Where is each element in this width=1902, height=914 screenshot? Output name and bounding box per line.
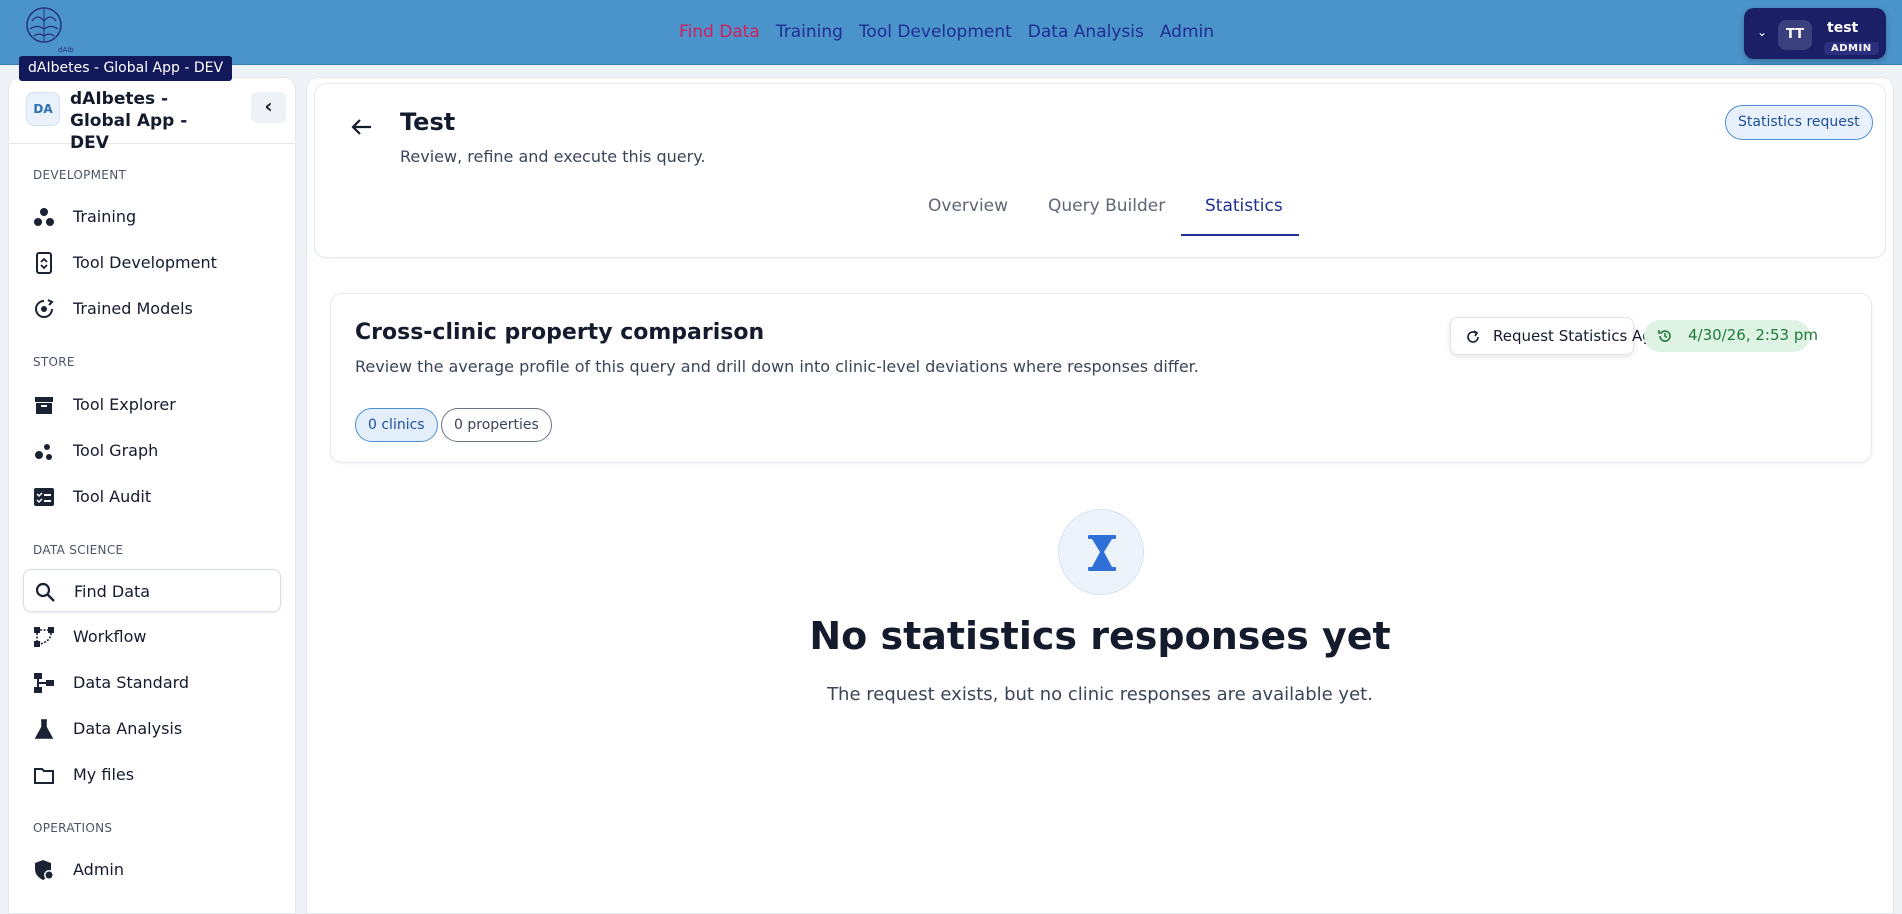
sidebar-item-training[interactable]: Training [23,195,281,238]
sidebar-item-workflow[interactable]: Workflow [23,615,281,658]
sidebar-header: DA dAIbetes - Global App - DEV ‹ [9,78,295,153]
graph-icon [35,444,52,460]
sidebar: DA dAIbetes - Global App - DEV ‹ DEVELOP… [8,77,296,914]
tool-development-icon [36,252,52,274]
sidebar-item-my-files[interactable]: My files [23,753,281,796]
top-bar: dAIbetes Find Data Training Tool Develop… [0,0,1902,65]
app-name-tooltip: dAIbetes - Global App - DEV [19,56,233,81]
workflow-icon [34,627,54,647]
timestamp-text: 4/30/26, 2:53 pm [1688,326,1818,344]
archive-icon [35,397,53,414]
sidebar-item-tool-explorer[interactable]: Tool Explorer [23,383,281,426]
sidebar-item-label: Tool Graph [73,441,159,460]
sidebar-item-trained-models[interactable]: Trained Models [23,287,281,330]
flask-icon [34,719,54,739]
collapse-sidebar-button[interactable]: ‹ [251,92,286,123]
sidebar-item-label: Data Standard [73,673,190,692]
request-statistics-again-button[interactable]: Request Statistics Again [1450,317,1675,355]
empty-state-title: No statistics responses yet [809,614,1391,658]
chevron-down-icon: ⌄ [1757,25,1768,39]
section-data-science: DATA SCIENCE [33,543,124,557]
sidebar-item-label: Workflow [73,627,147,646]
empty-state-message: The request exists, but no clinic respon… [827,684,1373,705]
page-subtitle: Review, refine and execute this query. [400,147,706,166]
sidebar-item-data-standard[interactable]: Data Standard [23,661,281,704]
sidebar-item-label: Tool Explorer [73,395,176,414]
back-arrow-icon[interactable] [349,114,375,140]
tab-query-builder[interactable]: Query Builder [1048,196,1165,216]
admin-shield-icon [35,860,54,880]
properties-count-chip[interactable]: 0 properties [441,408,552,442]
sidebar-item-label: Tool Development [73,253,217,272]
avatar: TT [1778,20,1812,50]
sidebar-item-tool-graph[interactable]: Tool Graph [23,429,281,472]
comparison-subtitle: Review the average profile of this query… [355,357,1199,376]
topnav-find-data[interactable]: Find Data [679,22,760,42]
sidebar-item-label: Find Data [74,582,151,601]
app-badge: DA [26,92,60,126]
topnav-tool-development[interactable]: Tool Development [859,22,1012,42]
hourglass-icon [1058,509,1144,595]
sidebar-item-admin[interactable]: Admin [23,848,281,891]
sidebar-item-tool-development[interactable]: Tool Development [23,241,281,284]
user-name: test [1827,20,1859,36]
checklist-icon [34,488,54,506]
sidebar-item-label: Tool Audit [73,487,152,506]
trained-models-icon [35,299,54,318]
comparison-title: Cross-clinic property comparison [355,320,765,345]
sidebar-item-find-data[interactable]: Find Data [23,569,281,612]
training-icon [34,208,54,226]
topnav-admin[interactable]: Admin [1160,22,1214,42]
timestamp-badge: 4/30/26, 2:53 pm [1644,320,1818,352]
tab-overview[interactable]: Overview [928,196,1008,216]
user-menu-button[interactable]: ⌄ TT test ADMIN [1744,8,1886,59]
comparison-card: Cross-clinic property comparison Review … [330,293,1872,463]
section-operations: OPERATIONS [33,821,113,835]
query-header-card: Test Review, refine and execute this que… [314,83,1886,258]
hierarchy-icon [34,673,54,693]
sidebar-item-label: My files [73,765,135,784]
topnav-data-analysis[interactable]: Data Analysis [1028,22,1144,42]
logo-text: dAIbetes [58,46,74,54]
tab-statistics[interactable]: Statistics [1205,196,1283,216]
section-store: STORE [33,355,75,369]
search-icon [35,582,55,602]
app-title: dAIbetes - Global App - DEV [70,89,188,153]
sidebar-item-data-analysis[interactable]: Data Analysis [23,707,281,750]
role-badge: ADMIN [1824,42,1879,55]
top-nav: Find Data Training Tool Development Data… [679,22,1214,42]
topnav-training[interactable]: Training [776,22,843,42]
query-tabs: Overview Query Builder Statistics [315,196,1887,236]
clinics-count-chip[interactable]: 0 clinics [355,408,438,442]
sidebar-item-label: Training [73,207,137,226]
sidebar-item-label: Trained Models [73,299,193,318]
page-title: Test [400,108,456,136]
folder-icon [34,768,54,784]
history-icon [1658,330,1671,342]
refresh-icon [1467,330,1479,343]
chevron-left-icon: ‹ [264,94,273,118]
sidebar-item-tool-audit[interactable]: Tool Audit [23,475,281,518]
sidebar-item-label: Admin [73,860,124,879]
brain-logo-icon[interactable]: dAIbetes [20,5,74,55]
active-tab-indicator [1181,234,1299,236]
statistics-request-badge: Statistics request [1725,105,1873,140]
sidebar-item-label: Data Analysis [73,719,183,738]
section-development: DEVELOPMENT [33,168,127,182]
